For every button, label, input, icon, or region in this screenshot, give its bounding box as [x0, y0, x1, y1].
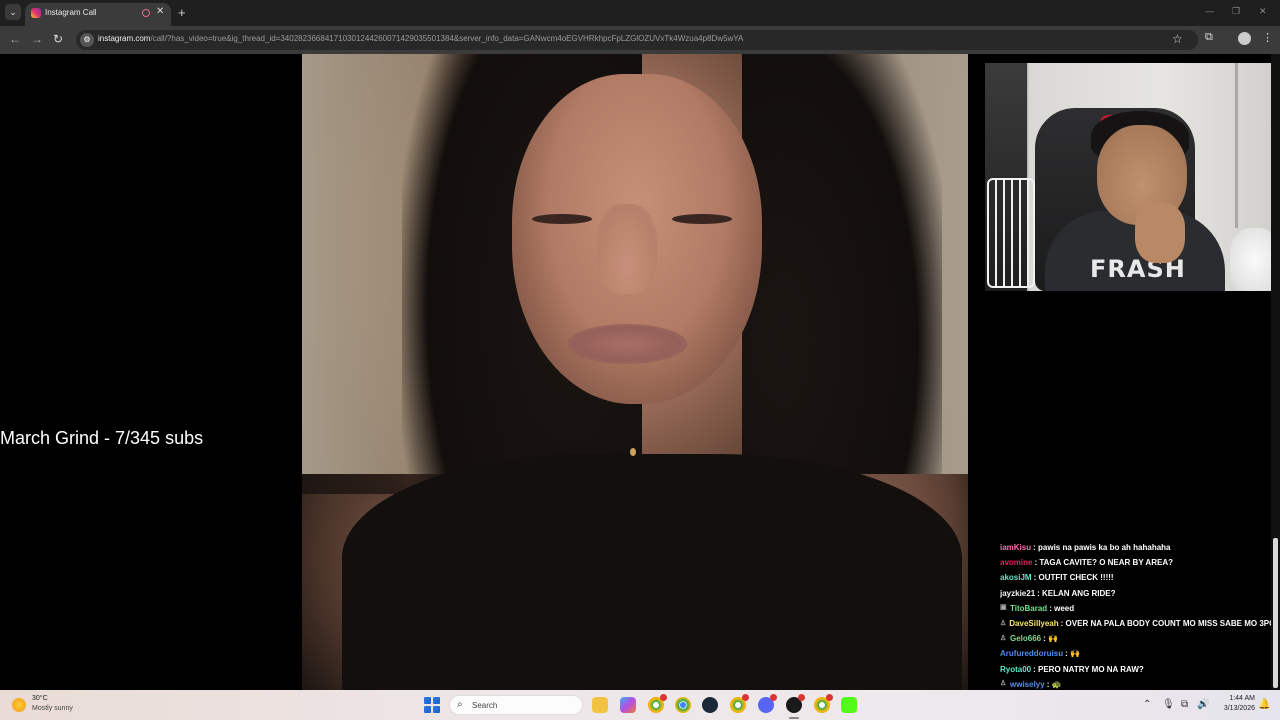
- chat-message: jayzkie21 : KELAN ANG RIDE?: [1000, 586, 1280, 601]
- chat-username: Gelo666: [1010, 634, 1042, 644]
- bookmark-star-icon[interactable]: ☆: [1172, 32, 1183, 46]
- tab-close-icon[interactable]: ✕: [156, 6, 164, 17]
- chrome-icon[interactable]: [675, 697, 691, 713]
- new-tab-button[interactable]: +: [178, 5, 186, 20]
- chat-username: iamKisu: [1000, 543, 1032, 553]
- chat-text: : OUTFIT CHECK !!!!!: [1033, 573, 1114, 583]
- kick-app-icon[interactable]: [841, 697, 857, 713]
- search-placeholder: Search: [472, 701, 498, 710]
- weather-sun-icon[interactable]: [12, 698, 26, 712]
- profile-avatar[interactable]: [1238, 32, 1251, 45]
- chat-message: iamKisu : pawis na pawis ka bo ah hahaha…: [1000, 540, 1280, 555]
- weather-temperature[interactable]: 30°C: [32, 695, 48, 702]
- chat-badge-icon: ♙: [1000, 634, 1007, 642]
- tab-instagram-call[interactable]: Instagram Call ✕: [25, 3, 171, 26]
- chat-message: ♙ Gelo666 : 🙌: [1000, 631, 1280, 646]
- chrome-profile-3-icon[interactable]: [814, 694, 833, 713]
- remote-video-feed: [302, 54, 968, 690]
- copilot-icon[interactable]: [620, 697, 636, 713]
- url-domain: instagram.com: [98, 34, 151, 43]
- instagram-icon: [31, 8, 41, 18]
- file-explorer-icon[interactable]: [592, 697, 608, 713]
- clock-date[interactable]: 3/13/2026: [1216, 705, 1255, 712]
- search-icon: ⌕: [457, 699, 463, 710]
- page-scrollbar[interactable]: [1271, 54, 1280, 690]
- chrome-profile-icon[interactable]: [648, 694, 667, 713]
- chat-username: avomine: [1000, 558, 1033, 568]
- chat-badge-icon: ♙: [1000, 680, 1007, 688]
- chat-text: : KELAN ANG RIDE?: [1037, 588, 1116, 598]
- chat-badge-icon: ▣: [1000, 604, 1007, 612]
- chat-username: Ryota00: [1000, 664, 1032, 674]
- chat-text: : pawis na pawis ka bo ah hahahaha: [1033, 543, 1171, 553]
- chat-username: Arufureddoruisu: [1000, 649, 1064, 659]
- tab-search-chevron-icon[interactable]: ⌄: [5, 4, 21, 20]
- minimize-icon[interactable]: —: [1205, 6, 1214, 16]
- scrollbar-thumb[interactable]: [1273, 538, 1278, 688]
- chrome-profile-2-icon[interactable]: [730, 694, 749, 713]
- taskbar-search-box[interactable]: ⌕ Search: [449, 695, 583, 715]
- chat-text: : TAGA CAVITE? O NEAR BY AREA?: [1034, 558, 1173, 568]
- chat-message: akosiJM : OUTFIT CHECK !!!!!: [1000, 570, 1280, 585]
- recording-indicator-icon: [142, 9, 150, 17]
- chat-message: Arufureddoruisu : 🙌: [1000, 646, 1280, 661]
- chat-username: DaveSillyeah: [1009, 619, 1059, 629]
- baby-gate: [987, 178, 1035, 288]
- discord-icon[interactable]: [758, 694, 777, 713]
- window-close-icon[interactable]: ✕: [1259, 6, 1267, 17]
- volume-icon[interactable]: 🔊: [1197, 699, 1209, 710]
- url-text[interactable]: instagram.com/call/?has_video=true&ig_th…: [98, 34, 743, 43]
- chat-text: : 🐢: [1046, 679, 1062, 689]
- address-bar[interactable]: ⚙ instagram.com/call/?has_video=true&ig_…: [76, 30, 1198, 50]
- stream-chat-overlay: iamKisu : pawis na pawis ka bo ah hahaha…: [1000, 540, 1280, 692]
- chat-username: jayzkie21: [1000, 588, 1036, 598]
- notification-bell-icon[interactable]: 🔔: [1258, 699, 1270, 710]
- chat-username: akosiJM: [1000, 573, 1032, 583]
- microphone-icon[interactable]: 🎙: [1162, 699, 1175, 710]
- back-icon[interactable]: ←: [9, 32, 21, 46]
- streamer-webcam-overlay: FRASH: [985, 63, 1280, 291]
- call-content: March Grind - 7/345 subs FRASH iamKisu :…: [0, 54, 1280, 690]
- tray-overflow-chevron-icon[interactable]: ⌃: [1143, 699, 1151, 710]
- chat-text: : weed: [1049, 603, 1075, 613]
- browser-toolbar: ← → ↻ ⚙ instagram.com/call/?has_video=tr…: [0, 26, 1280, 54]
- weather-description[interactable]: Mostly sunny: [32, 705, 73, 712]
- chat-message: Ryota00 : PERO NATRY MO NA RAW?: [1000, 662, 1280, 677]
- windows-taskbar: 30°C Mostly sunny ⌕ Search ⌃ 🎙 ⧉ 🔊 1:44 …: [0, 690, 1280, 720]
- extensions-icon[interactable]: ⧉: [1205, 31, 1213, 44]
- chat-message: avomine : TAGA CAVITE? O NEAR BY AREA?: [1000, 555, 1280, 570]
- chat-text: : PERO NATRY MO NA RAW?: [1033, 664, 1144, 674]
- chat-message: ▣ TitoBarad : weed: [1000, 601, 1280, 616]
- necklace-pendant: [630, 448, 636, 456]
- chat-text: : OVER NA PALA BODY COUNT MO MISS SABE M…: [1060, 619, 1280, 629]
- chat-username: TitoBarad: [1010, 603, 1048, 613]
- menu-kebab-icon[interactable]: ⋮: [1262, 31, 1273, 44]
- steam-icon[interactable]: [702, 697, 718, 713]
- clock-time[interactable]: 1:44 AM: [1221, 695, 1255, 702]
- chat-text: : 🙌: [1043, 634, 1058, 644]
- reload-icon[interactable]: ↻: [53, 32, 63, 46]
- chat-badge-icon: ♙: [1000, 619, 1007, 627]
- obs-icon[interactable]: [786, 694, 805, 713]
- network-icon[interactable]: ⧉: [1181, 699, 1188, 710]
- start-windows-icon[interactable]: [424, 697, 440, 713]
- site-info-icon[interactable]: ⚙: [80, 33, 94, 47]
- url-path: /call/?has_video=true&ig_thread_id=34028…: [150, 34, 744, 43]
- chat-username: wwiselyy: [1010, 679, 1045, 689]
- forward-icon[interactable]: →: [31, 32, 43, 46]
- maximize-icon[interactable]: ❐: [1232, 6, 1240, 17]
- chat-text: : 🙌: [1065, 649, 1080, 659]
- browser-titlebar: ⌄ Instagram Call ✕ + — ❐ ✕: [0, 0, 1280, 26]
- tab-title: Instagram Call: [45, 8, 97, 17]
- subscriber-goal-overlay: March Grind - 7/345 subs: [0, 428, 204, 448]
- chat-message: ♙ DaveSillyeah : OVER NA PALA BODY COUNT …: [1000, 616, 1280, 631]
